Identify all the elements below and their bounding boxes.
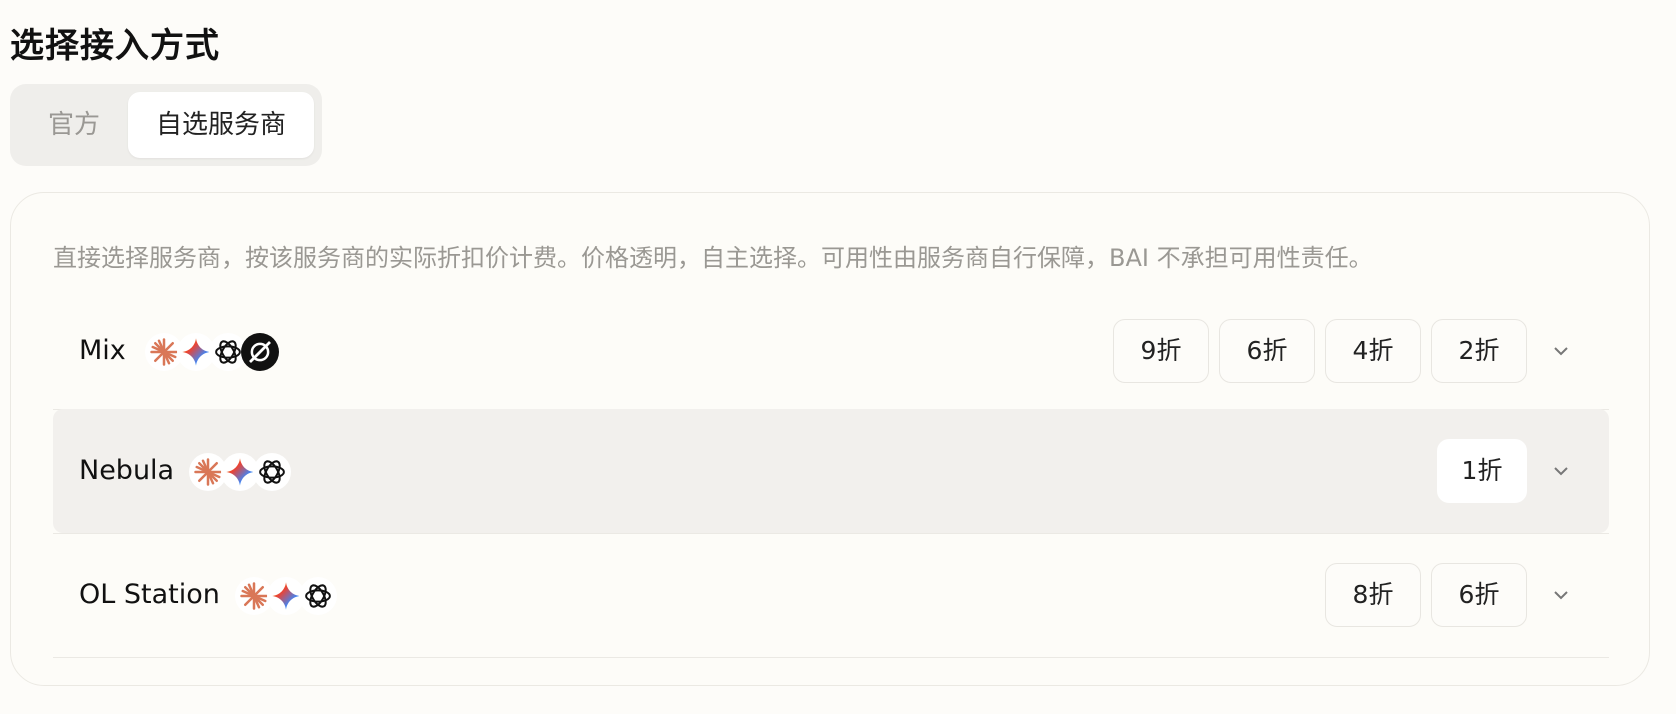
provider-model-icons: [235, 577, 337, 615]
provider-panel: 直接选择服务商，按该服务商的实际折扣价计费。价格透明，自主选择。可用性由服务商自…: [10, 192, 1650, 686]
provider-row-nebula[interactable]: Nebula 1折: [53, 409, 1609, 533]
access-mode-segmented-control: 官方 自选服务商: [10, 84, 322, 166]
discount-badge[interactable]: 4折: [1325, 319, 1421, 383]
discount-options: 9折 6折 4折 2折: [1113, 319, 1527, 383]
provider-model-icons: [189, 453, 291, 491]
discount-options: 8折 6折: [1325, 563, 1527, 627]
openai-icon: [299, 577, 337, 615]
row-divider: [53, 657, 1609, 658]
tab-custom-provider[interactable]: 自选服务商: [128, 92, 314, 158]
discount-badge[interactable]: 6折: [1431, 563, 1527, 627]
provider-name: OL Station: [79, 579, 220, 610]
discount-badge[interactable]: 8折: [1325, 563, 1421, 627]
chevron-down-icon[interactable]: [1549, 339, 1573, 363]
discount-badge[interactable]: 1折: [1437, 439, 1527, 503]
discount-badge[interactable]: 6折: [1219, 319, 1315, 383]
page-title: 选择接入方式: [10, 26, 220, 66]
tab-official[interactable]: 官方: [20, 92, 128, 158]
discount-badge[interactable]: 9折: [1113, 319, 1209, 383]
chevron-down-icon[interactable]: [1549, 583, 1573, 607]
grok-icon: [241, 333, 279, 371]
provider-name: Nebula: [79, 455, 175, 486]
provider-row-mix[interactable]: Mix 9折 6折 4折 2折: [53, 289, 1609, 413]
provider-row-ol-station[interactable]: OL Station 8折 6折: [53, 533, 1609, 657]
openai-icon: [253, 453, 291, 491]
panel-description: 直接选择服务商，按该服务商的实际折扣价计费。价格透明，自主选择。可用性由服务商自…: [53, 244, 1373, 272]
chevron-down-icon[interactable]: [1549, 459, 1573, 483]
discount-options: 1折: [1437, 439, 1527, 503]
provider-model-icons: [145, 333, 279, 371]
discount-badge[interactable]: 2折: [1431, 319, 1527, 383]
provider-name: Mix: [79, 335, 126, 366]
